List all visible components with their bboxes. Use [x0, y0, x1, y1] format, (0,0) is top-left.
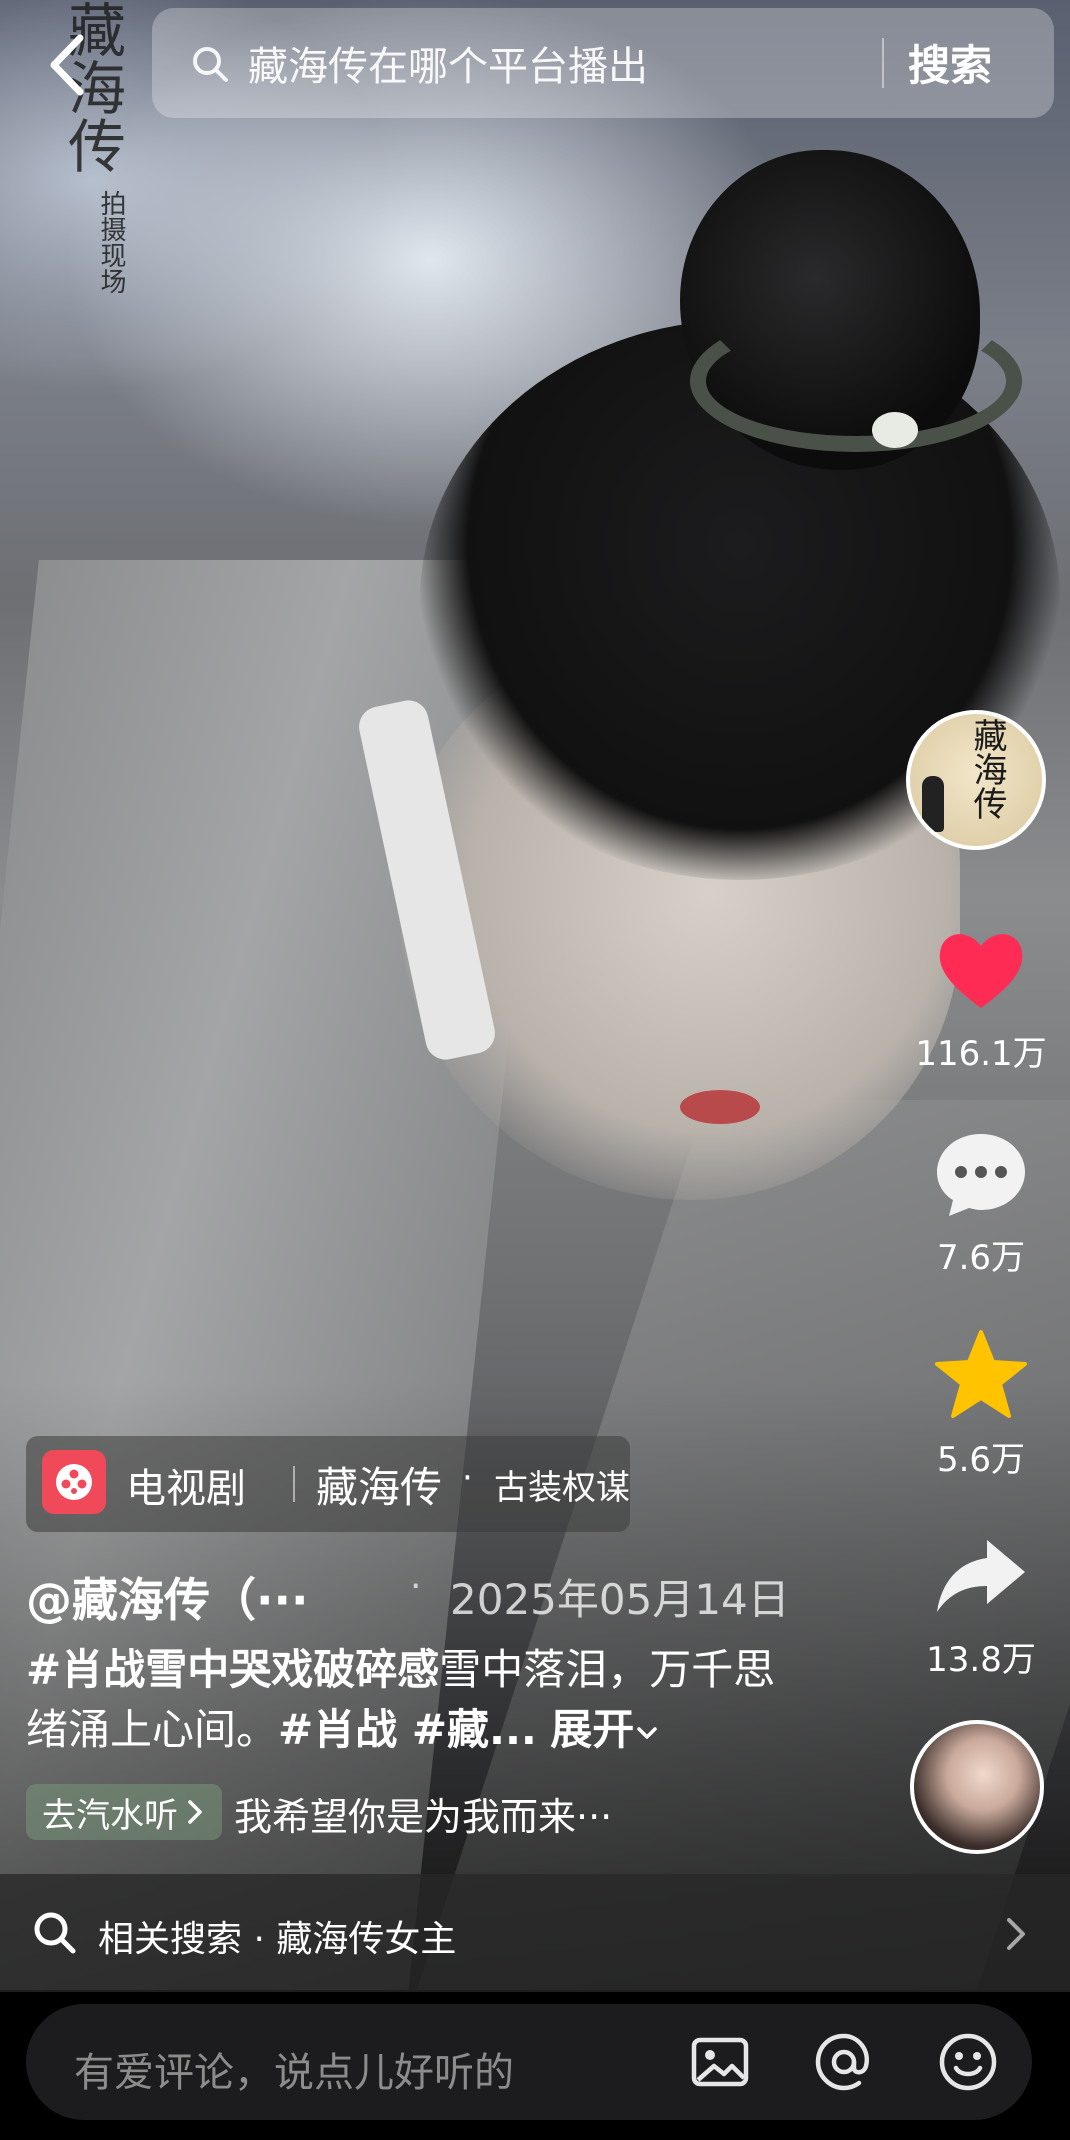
search-box[interactable]: 藏海传在哪个平台播出 搜索: [152, 8, 1054, 118]
share-button[interactable]: 13.8万: [906, 1526, 1056, 1681]
avatar-figure-shape: [922, 776, 944, 832]
creator-avatar-logo: 藏海传: [967, 718, 1007, 820]
author-name[interactable]: @藏海传（···: [26, 1564, 308, 1630]
caption-tags[interactable]: #肖战 #藏...: [278, 1705, 537, 1754]
tag-divider: [293, 1466, 295, 1502]
back-button[interactable]: [40, 30, 100, 100]
series-tag-card[interactable]: 电视剧 藏海传 · 古装权谋: [26, 1436, 630, 1532]
tag-dot: ·: [462, 1458, 473, 1498]
music-disc-avatar[interactable]: [910, 1720, 1044, 1854]
favorite-button[interactable]: 5.6万: [906, 1326, 1056, 1481]
comment-button[interactable]: 7.6万: [906, 1124, 1056, 1279]
search-query-text[interactable]: 藏海传在哪个平台播出: [248, 34, 648, 92]
bottom-comment-area: 有爱评论，说点儿好听的: [0, 1992, 1070, 2140]
star-icon: [935, 1330, 1027, 1418]
favorite-count: 5.6万: [936, 1440, 1026, 1480]
author-date-dot: ·: [410, 1566, 422, 1607]
caption-hashtag[interactable]: #肖战雪中哭戏破碎感: [26, 1645, 439, 1694]
image-icon[interactable]: [688, 2030, 752, 2094]
related-search-label: 相关搜索 · 藏海传女主: [98, 1919, 457, 1960]
comment-bubble-icon: [937, 1134, 1025, 1216]
series-name: 藏海传: [316, 1463, 443, 1512]
open-music-app-chip[interactable]: 去汽水听: [26, 1784, 222, 1840]
hair-bead-shape: [872, 412, 918, 448]
search-icon: [193, 47, 228, 82]
tv-series-icon: [42, 1450, 106, 1514]
like-count: 116.1万: [915, 1034, 1047, 1074]
comment-count: 7.6万: [936, 1238, 1026, 1278]
comment-placeholder: 有爱评论，说点儿好听的: [74, 2050, 514, 2096]
music-title[interactable]: 我希望你是为我而来···: [234, 1786, 612, 1841]
share-arrow-icon: [937, 1540, 1025, 1612]
comment-input[interactable]: 有爱评论，说点儿好听的: [26, 2004, 1032, 2120]
search-icon: [34, 1912, 76, 1954]
chevron-right-icon: [188, 1800, 202, 1824]
search-button[interactable]: 搜索: [908, 32, 992, 93]
heart-icon: [939, 934, 1023, 1008]
hair-band-shape: [690, 310, 1022, 452]
emoji-icon[interactable]: [936, 2030, 1000, 2094]
series-genre: 古装权谋: [494, 1468, 630, 1508]
poster-subtitle: 拍摄现场: [96, 190, 126, 294]
creator-avatar[interactable]: 藏海传: [906, 710, 1046, 850]
related-search-bar[interactable]: 相关搜索 · 藏海传女主: [0, 1874, 1070, 1992]
expand-label: 展开: [550, 1705, 635, 1754]
chevron-down-icon: [637, 1726, 658, 1739]
chevron-left-icon: [50, 34, 84, 96]
at-mention-icon[interactable]: [812, 2030, 876, 2094]
search-divider: [882, 38, 884, 88]
expand-button[interactable]: 展开: [550, 1705, 660, 1754]
chevron-right-icon: [1007, 1918, 1025, 1950]
share-count: 13.8万: [926, 1640, 1036, 1680]
series-type: 电视剧: [126, 1466, 246, 1512]
post-date: 2025年05月14日: [450, 1575, 790, 1624]
lips-shape: [680, 1090, 760, 1124]
post-caption[interactable]: #肖战雪中哭戏破碎感雪中落泪，万千思绪涌上心间。#肖战 #藏... 展开: [26, 1640, 806, 1760]
like-button[interactable]: 116.1万: [906, 920, 1056, 1075]
music-chip-label: 去汽水听: [42, 1795, 178, 1836]
